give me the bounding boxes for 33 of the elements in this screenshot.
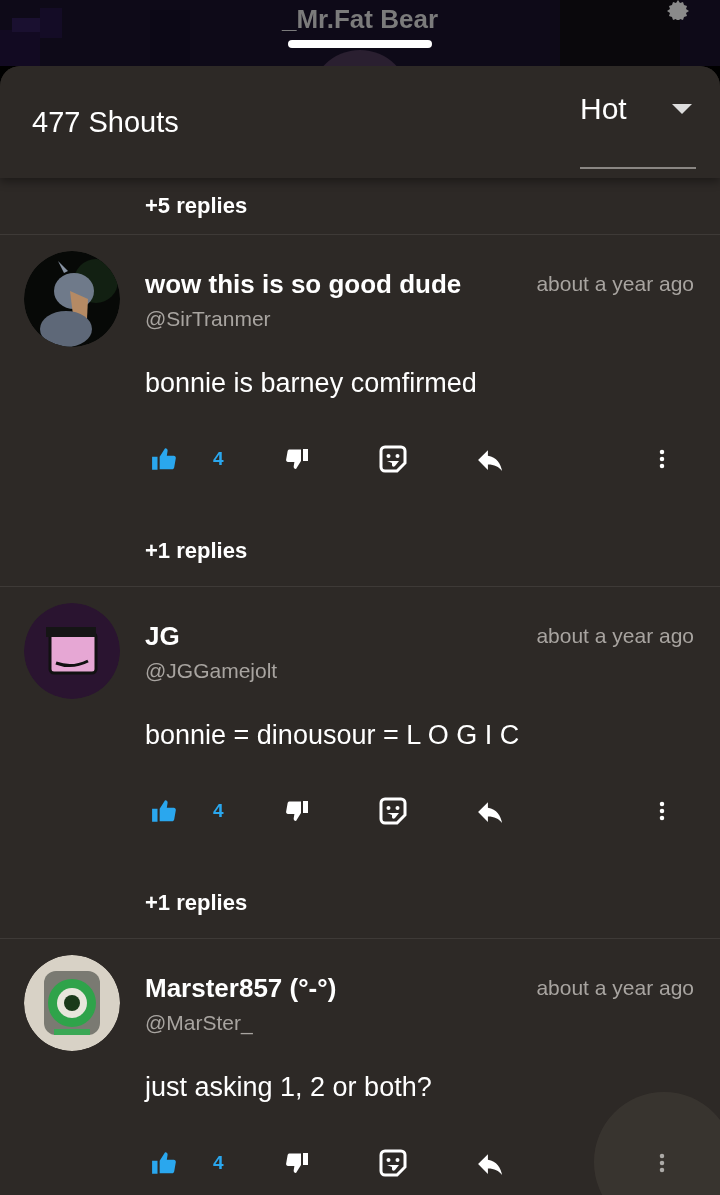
thumbs-up-icon[interactable] — [151, 798, 177, 824]
timestamp: about a year ago — [536, 272, 694, 296]
thumbs-down-icon[interactable] — [284, 1151, 309, 1175]
caret-icon — [672, 104, 692, 114]
replies-link[interactable]: +1 replies — [145, 536, 248, 566]
comment-text: just asking 1, 2 or both? — [145, 1071, 433, 1104]
timestamp: about a year ago — [536, 624, 694, 648]
sticker-icon[interactable] — [378, 797, 407, 825]
replies-link[interactable]: +5 replies — [145, 193, 248, 219]
comment-text: bonnie = dinousour = L O G I C — [145, 719, 521, 752]
replies-link[interactable]: +1 replies — [145, 888, 248, 918]
sticker-icon[interactable] — [378, 1149, 407, 1177]
sticker-icon[interactable] — [378, 445, 407, 473]
thumbs-up-icon[interactable] — [151, 1150, 177, 1176]
like-count: 4 — [213, 800, 224, 822]
author-name[interactable]: Marster857 (°-°) — [145, 972, 525, 1004]
like-count: 4 — [213, 1152, 224, 1174]
like-count: 4 — [213, 448, 224, 470]
timestamp: about a year ago — [536, 976, 694, 1000]
author-name[interactable]: JG — [145, 620, 525, 652]
author-handle[interactable]: @MarSter_ — [145, 1006, 694, 1040]
drag-handle[interactable] — [288, 40, 432, 48]
author-handle[interactable]: @JGGamejolt — [145, 654, 694, 688]
thumbs-down-icon[interactable] — [284, 447, 309, 471]
gear-icon[interactable] — [666, 0, 690, 20]
comment-text: bonnie is barney comfirmed — [145, 367, 478, 400]
shout-count: 477 Shouts — [32, 105, 180, 139]
thumbs-down-icon[interactable] — [284, 799, 309, 823]
author-handle[interactable]: @SirTranmer — [145, 302, 694, 336]
thumbs-up-icon[interactable] — [151, 446, 177, 472]
author-name[interactable]: wow this is so good dude — [145, 268, 525, 300]
profile-title: _Mr.Fat Bear — [281, 3, 439, 36]
sort-dropdown[interactable]: Hot — [580, 75, 696, 169]
